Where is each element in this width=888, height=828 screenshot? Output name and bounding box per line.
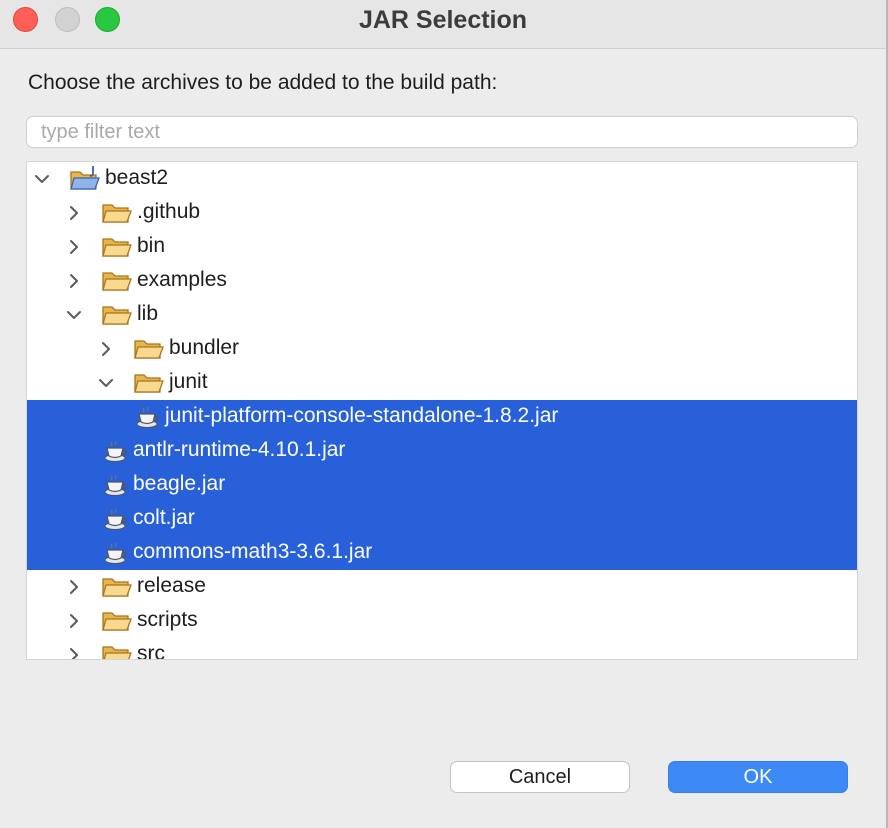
tree-row-folder[interactable]: beast2 bbox=[27, 162, 857, 196]
project-folder-icon bbox=[69, 166, 101, 192]
tree-row-label: scripts bbox=[137, 608, 198, 631]
tree-row-label: beagle.jar bbox=[133, 472, 226, 495]
tree-row-label: .github bbox=[137, 200, 201, 223]
jar-file-icon bbox=[101, 506, 133, 532]
tree-row-label: antlr-runtime-4.10.1.jar bbox=[133, 438, 346, 461]
folder-icon bbox=[133, 370, 165, 396]
tree-row-label: bin bbox=[137, 234, 166, 257]
folder-icon bbox=[101, 574, 133, 600]
cancel-button[interactable]: Cancel bbox=[450, 761, 630, 793]
dialog-title: JAR Selection bbox=[358, 6, 528, 34]
folder-icon bbox=[101, 200, 133, 226]
folder-icon bbox=[101, 642, 133, 659]
tree-row-label: beast2 bbox=[105, 166, 169, 189]
archive-tree[interactable]: beast2 .github bin examples lib bundler … bbox=[26, 161, 858, 660]
chevron-right-icon[interactable] bbox=[65, 646, 83, 659]
tree-row-jar[interactable]: junit-platform-console-standalone-1.8.2.… bbox=[27, 400, 857, 434]
tree-row-jar[interactable]: antlr-runtime-4.10.1.jar bbox=[27, 434, 857, 468]
chevron-right-icon[interactable] bbox=[65, 204, 83, 222]
chevron-right-icon[interactable] bbox=[65, 238, 83, 256]
folder-icon bbox=[101, 268, 133, 294]
jar-file-icon bbox=[133, 404, 165, 430]
tree-row-label: lib bbox=[137, 302, 159, 325]
folder-icon bbox=[133, 336, 165, 362]
folder-icon bbox=[101, 608, 133, 634]
chevron-right-icon[interactable] bbox=[97, 340, 115, 358]
chevron-right-icon[interactable] bbox=[65, 578, 83, 596]
tree-row-jar[interactable]: colt.jar bbox=[27, 502, 857, 536]
folder-icon bbox=[101, 302, 133, 328]
tree-row-folder[interactable]: lib bbox=[27, 298, 857, 332]
ok-button[interactable]: OK bbox=[668, 761, 848, 793]
tree-row-folder[interactable]: scripts bbox=[27, 604, 857, 638]
tree-row-folder[interactable]: release bbox=[27, 570, 857, 604]
tree-row-folder[interactable]: examples bbox=[27, 264, 857, 298]
chevron-right-icon[interactable] bbox=[65, 612, 83, 630]
chevron-right-icon[interactable] bbox=[65, 272, 83, 290]
tree-row-jar[interactable]: beagle.jar bbox=[27, 468, 857, 502]
tree-row-folder[interactable]: junit bbox=[27, 366, 857, 400]
filter-input[interactable] bbox=[26, 116, 858, 148]
tree-row-label: release bbox=[137, 574, 206, 597]
chevron-down-icon[interactable] bbox=[97, 374, 115, 392]
tree-row-label: bundler bbox=[169, 336, 240, 359]
jar-file-icon bbox=[101, 438, 133, 464]
chevron-down-icon[interactable] bbox=[65, 306, 83, 324]
tree-row-folder[interactable]: bin bbox=[27, 230, 857, 264]
tree-row-label: examples bbox=[137, 268, 227, 291]
jar-file-icon bbox=[101, 540, 133, 566]
tree-row-label: junit bbox=[169, 370, 208, 393]
folder-icon bbox=[101, 234, 133, 260]
tree-row-label: junit-platform-console-standalone-1.8.2.… bbox=[165, 404, 559, 427]
tree-row-label: colt.jar bbox=[133, 506, 195, 529]
chevron-down-icon[interactable] bbox=[33, 170, 51, 188]
tree-row-folder[interactable]: bundler bbox=[27, 332, 857, 366]
tree-row-folder[interactable]: .github bbox=[27, 196, 857, 230]
tree-row-folder[interactable]: src bbox=[27, 638, 857, 660]
title-bar[interactable]: JAR Selection bbox=[0, 0, 886, 49]
tree-row-label: src bbox=[137, 642, 165, 660]
tree-row-label: commons-math3-3.6.1.jar bbox=[133, 540, 373, 563]
instruction-text: Choose the archives to be added to the b… bbox=[28, 71, 498, 94]
jar-file-icon bbox=[101, 472, 133, 498]
tree-row-jar[interactable]: commons-math3-3.6.1.jar bbox=[27, 536, 857, 570]
jar-selection-dialog: JAR Selection Choose the archives to be … bbox=[0, 0, 886, 828]
